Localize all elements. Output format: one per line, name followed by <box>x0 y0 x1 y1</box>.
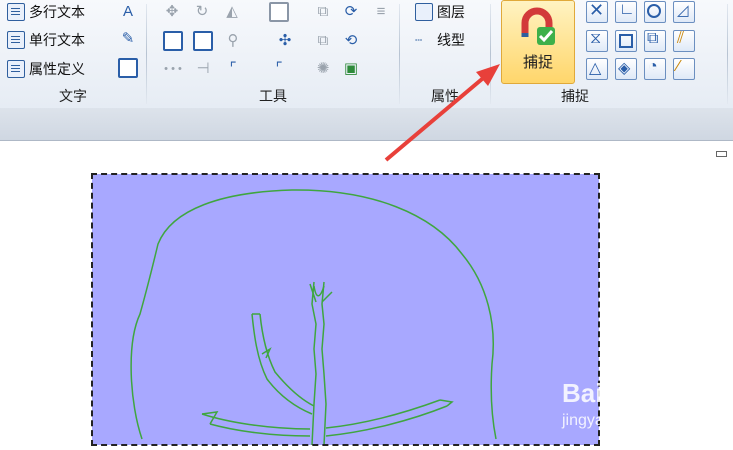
attribute-define-icon <box>7 60 25 78</box>
snap-group: ✕ ∟ ◿ ⧖ ⧉ ⫽ △ ◈ ◔ ⁄ 捕捉 <box>561 0 730 108</box>
watermark: Bai 经验 jingyan.baidu.com <box>562 378 732 438</box>
insert-icon[interactable]: ▣ <box>341 59 361 79</box>
block-icon[interactable] <box>269 2 289 22</box>
annotation-arrow <box>384 64 500 162</box>
tools-group-label: 工具 <box>259 88 287 104</box>
window-tool-icon[interactable] <box>193 31 213 51</box>
snap-triangle-icon[interactable]: △ <box>586 58 608 80</box>
linetype-icon: ┄ <box>415 33 423 47</box>
snap-tangent-icon[interactable]: ◿ <box>673 1 695 23</box>
snap-parallel-icon[interactable]: ⫽ <box>673 30 695 52</box>
multiline-text-label: 多行文本 <box>29 4 85 20</box>
rotate-icon[interactable]: ↻ <box>192 2 212 22</box>
layers-button[interactable]: 图层 <box>415 2 465 22</box>
stretch-icon[interactable]: ⊣ <box>193 59 213 79</box>
snap-center-icon[interactable] <box>644 1 666 23</box>
watermark-brand: Bai <box>562 378 603 408</box>
explode-icon[interactable]: ✺ <box>313 59 333 79</box>
zoom-tool-icon[interactable]: ⚲ <box>223 31 243 51</box>
linetype-button[interactable]: ┄ 线型 <box>415 30 465 50</box>
mirror-icon[interactable]: ◭ <box>222 2 242 22</box>
ribbon-toolbar: 多行文本 单行文本 属性定义 A ✎ 文字 ✥ ↻ ◭ ⧉ ⟳ ≡ ⚲ ✣ ⧉ … <box>0 0 733 109</box>
snap-quadrant-icon[interactable]: ◈ <box>615 58 637 80</box>
divider <box>727 4 728 104</box>
drawing-area[interactable] <box>91 173 600 446</box>
watermark-url: jingyan.baidu.com <box>562 412 691 429</box>
capture-button-label: 捕捉 <box>522 54 553 71</box>
snap-nearest-icon[interactable]: ◔ <box>644 58 666 80</box>
single-line-text-icon <box>7 31 25 49</box>
linked-icon[interactable]: ⟲ <box>341 31 361 51</box>
capture-button[interactable]: 捕捉 <box>501 0 575 84</box>
snap-square-icon[interactable] <box>615 30 637 52</box>
text-field-icon[interactable] <box>118 58 138 78</box>
layers-icon <box>415 3 433 21</box>
minimize-icon[interactable] <box>716 151 727 157</box>
multiline-text-icon <box>7 3 25 21</box>
rectangle-tool-icon[interactable] <box>163 31 183 51</box>
snap-perpendicular-icon[interactable]: ∟ <box>615 1 637 23</box>
text-group-label: 文字 <box>59 88 87 104</box>
move-icon[interactable]: ✥ <box>162 2 182 22</box>
layers-label: 图层 <box>437 4 465 20</box>
text-group: 多行文本 单行文本 属性定义 A ✎ 文字 <box>0 0 146 108</box>
attribute-define-label: 属性定义 <box>29 61 85 77</box>
fillet-icon[interactable]: ⌜ <box>223 59 243 79</box>
single-line-text-button[interactable]: 单行文本 <box>7 30 85 50</box>
dots-icon[interactable]: • • • <box>163 59 183 79</box>
snap-extension-icon[interactable]: ⁄ <box>673 58 695 80</box>
multiline-text-button[interactable]: 多行文本 <box>7 2 85 22</box>
linetype-label: 线型 <box>437 32 465 48</box>
tools-group: ✥ ↻ ◭ ⧉ ⟳ ≡ ⚲ ✣ ⧉ ⟲ • • • ⊣ ⌜ ⌜ ✺ ▣ 工具 <box>147 0 399 108</box>
tree-outline <box>130 189 497 446</box>
list-icon[interactable]: ≡ <box>371 2 391 22</box>
snap-node-icon[interactable]: ⧉ <box>644 30 666 52</box>
snap-intersection-icon[interactable]: ✕ <box>586 0 608 23</box>
snap-apparent-icon[interactable]: ⧖ <box>586 30 608 52</box>
group-icon[interactable]: ⧉ <box>313 31 333 51</box>
attribute-define-button[interactable]: 属性定义 <box>7 59 85 79</box>
ribbon-bottom-bar <box>0 108 733 141</box>
text-edit-icon[interactable]: ✎ <box>118 29 138 49</box>
single-line-text-label: 单行文本 <box>29 32 85 48</box>
copy-icon[interactable]: ⧉ <box>313 2 333 22</box>
refresh-block-icon[interactable]: ⟳ <box>341 2 361 22</box>
snap-group-label: 捕捉 <box>561 88 589 104</box>
magnet-check-icon <box>521 7 555 45</box>
point-tool-icon[interactable]: ✣ <box>275 31 295 51</box>
text-style-icon[interactable]: A <box>118 2 138 22</box>
chamfer-icon[interactable]: ⌜ <box>269 59 289 79</box>
